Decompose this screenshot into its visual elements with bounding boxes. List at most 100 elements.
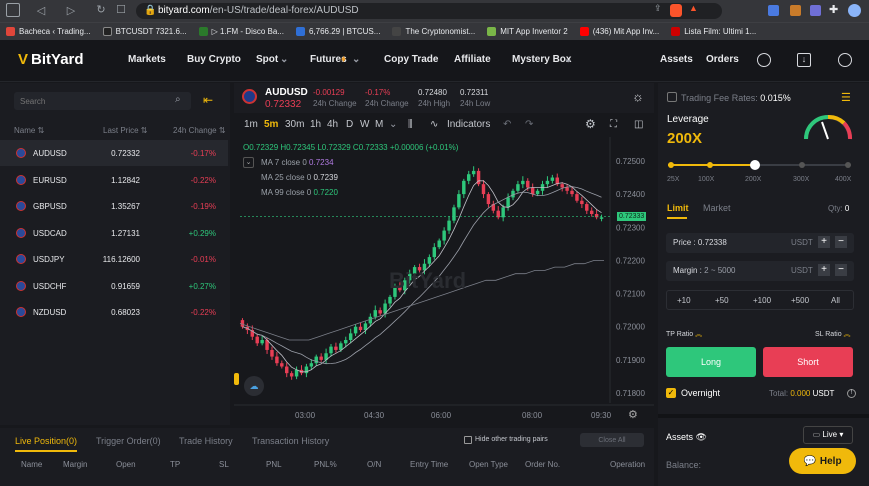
timeframe-w[interactable]: W — [360, 119, 369, 130]
user-icon[interactable] — [757, 53, 771, 67]
collapse-legend-icon[interactable]: ⌄ — [243, 157, 254, 168]
bookmark-item[interactable]: MIT App Inventor 2 — [481, 24, 573, 40]
indicators-icon[interactable]: ∿ — [430, 119, 438, 130]
quick-amount-button[interactable]: +50 — [715, 296, 729, 305]
fullscreen-icon[interactable]: ⛶ — [610, 119, 617, 130]
bookmark-icon[interactable]: ☐ — [112, 3, 130, 16]
tab-limit[interactable]: Limit — [667, 203, 689, 213]
sl-ratio-label[interactable]: SL Ratio ︽ — [815, 329, 851, 339]
nav-affiliate[interactable]: Affiliate — [454, 54, 491, 65]
rewards-icon[interactable]: ▲ — [689, 3, 698, 13]
search-box[interactable]: ⌕ — [14, 92, 191, 110]
back-icon[interactable]: ◁ — [32, 4, 50, 17]
bookmark-item[interactable]: Bacheca ‹ Trading... — [0, 24, 97, 40]
tab-trigger-order[interactable]: Trigger Order(0) — [96, 436, 161, 446]
market-row[interactable]: AUDUSD 0.72332 -0.17% — [0, 140, 228, 166]
margin-field[interactable]: Margin : 2 ~ 5000 USDT + − — [666, 261, 854, 281]
tab-market[interactable]: Market — [703, 203, 731, 213]
bookmark-item[interactable]: Lista Film: Ultimi 1... — [665, 24, 762, 40]
nav-copy-trade[interactable]: Copy Trade — [384, 54, 438, 65]
market-row[interactable]: USDCAD 1.27131 +0.29% — [0, 220, 228, 246]
ticker-symbol[interactable]: AUDUSD — [265, 87, 308, 98]
download-icon[interactable]: ↓ — [797, 53, 811, 67]
nav-mystery-box[interactable]: Mystery Box — [512, 54, 571, 65]
sidebar-toggle-icon[interactable] — [6, 3, 20, 17]
leverage-slider[interactable] — [668, 159, 851, 171]
search-icon[interactable]: ⌕ — [175, 94, 181, 105]
quick-amount-button[interactable]: +100 — [753, 296, 771, 305]
timeframe-d[interactable]: D — [346, 119, 353, 130]
chart-area[interactable]: 0.72500 0.72400 0.72300 0.72200 0.72100 0.720… — [234, 137, 654, 425]
redo-icon[interactable]: ↷ — [525, 119, 533, 130]
quick-amount-button[interactable]: +10 — [677, 296, 691, 305]
price-increase-button[interactable]: + — [818, 236, 830, 248]
quick-amount-button[interactable]: +500 — [791, 296, 809, 305]
market-row[interactable]: GBPUSD 1.35267 -0.19% — [0, 193, 228, 219]
bookmark-item[interactable]: (436) Mit App Inv... — [574, 24, 666, 40]
short-button[interactable]: Short — [763, 347, 853, 377]
nav-assets[interactable]: Assets — [660, 54, 693, 65]
timeframe-1m[interactable]: 1m — [244, 119, 258, 130]
nav-orders[interactable]: Orders — [706, 54, 739, 65]
account-select[interactable]: ▭ Live ▾ — [803, 426, 853, 444]
extensions-puzzle-icon[interactable]: ✚ — [829, 3, 838, 16]
timeframe-m[interactable]: M — [375, 119, 383, 130]
close-all-button[interactable]: Close All — [580, 433, 644, 447]
market-row[interactable]: NZDUSD 0.68023 -0.22% — [0, 299, 228, 325]
price-field[interactable]: Price : 0.72338 USDT + − — [666, 233, 854, 253]
translate-extension-icon[interactable] — [768, 5, 779, 16]
extension-icon[interactable] — [790, 5, 801, 16]
tab-transaction-history[interactable]: Transaction History — [252, 436, 329, 446]
slider-handle[interactable] — [750, 160, 760, 170]
timeframe-1h[interactable]: 1h — [310, 119, 321, 130]
theme-toggle-icon[interactable]: ☼ — [632, 89, 644, 104]
market-row[interactable]: USDJPY 116.12600 -0.01% — [0, 246, 228, 272]
margin-increase-button[interactable]: + — [818, 264, 830, 276]
undo-icon[interactable]: ↶ — [503, 119, 511, 130]
tp-ratio-label[interactable]: TP Ratio ︽ — [666, 329, 702, 339]
tab-live-position[interactable]: Live Position(0) — [15, 436, 77, 446]
logo[interactable]: V BitYard — [18, 51, 84, 68]
col-change-header[interactable]: 24h Change ⇅ — [173, 126, 226, 135]
profile-icon[interactable] — [848, 4, 861, 17]
col-price-header[interactable]: Last Price ⇅ — [103, 126, 148, 135]
timeframe-30m[interactable]: 30m — [285, 119, 304, 130]
nav-markets[interactable]: Markets — [128, 54, 166, 65]
share-icon[interactable]: ⇪ — [654, 3, 662, 14]
address-bar[interactable]: 🔒 bityard.com/en-US/trade/deal-forex/AUD… — [136, 3, 722, 19]
indicators-button[interactable]: Indicators — [447, 119, 490, 130]
market-row[interactable]: USDCHF 0.91659 +0.27% — [0, 273, 228, 299]
bookmark-item[interactable]: BTCUSDT 7321.6... — [97, 24, 193, 40]
settings-icon[interactable]: ⚙ — [585, 117, 596, 131]
forward-icon[interactable]: ▷ — [62, 4, 80, 17]
bookmark-item[interactable]: ▷ 1.FM - Disco Ba... — [193, 24, 290, 40]
bookmark-item[interactable]: 6,766.29 | BTCUS... — [290, 24, 386, 40]
price-decrease-button[interactable]: − — [835, 236, 847, 248]
chevron-down-icon[interactable]: ⌄ — [389, 119, 397, 130]
market-row[interactable]: EURUSD 1.12842 -0.22% — [0, 167, 228, 193]
reload-icon[interactable]: ↻ — [92, 3, 110, 16]
brave-shield-icon[interactable] — [670, 4, 682, 17]
extension-2-icon[interactable] — [810, 5, 821, 16]
quick-amount-button[interactable]: All — [831, 296, 840, 305]
help-button[interactable]: 💬 Help — [789, 448, 856, 474]
nav-spot[interactable]: Spot — [256, 54, 278, 65]
nav-buy-crypto[interactable]: Buy Crypto — [187, 54, 241, 65]
globe-icon[interactable] — [838, 53, 852, 67]
camera-icon[interactable]: ◫ — [634, 119, 643, 130]
preferences-icon[interactable]: ☰ — [841, 91, 851, 104]
margin-decrease-button[interactable]: − — [835, 264, 847, 276]
long-button[interactable]: Long — [666, 347, 756, 377]
col-name-header[interactable]: Name ⇅ — [14, 126, 44, 135]
tab-trade-history[interactable]: Trade History — [179, 436, 233, 446]
search-input[interactable] — [20, 95, 170, 107]
timeframe-4h[interactable]: 4h — [327, 119, 338, 130]
timeframe-5m[interactable]: 5m — [264, 119, 278, 130]
overnight-checkbox[interactable]: ✓ — [666, 388, 676, 398]
hide-pairs-checkbox[interactable] — [464, 436, 472, 444]
info-icon[interactable]: ! — [847, 389, 856, 398]
drawing-tools-toggle[interactable] — [234, 373, 239, 385]
time-zone-settings-icon[interactable]: ⚙ — [628, 408, 638, 421]
collapse-panel-icon[interactable]: ⇤ — [203, 93, 213, 107]
candle-type-icon[interactable]: ⫼ — [408, 119, 413, 130]
